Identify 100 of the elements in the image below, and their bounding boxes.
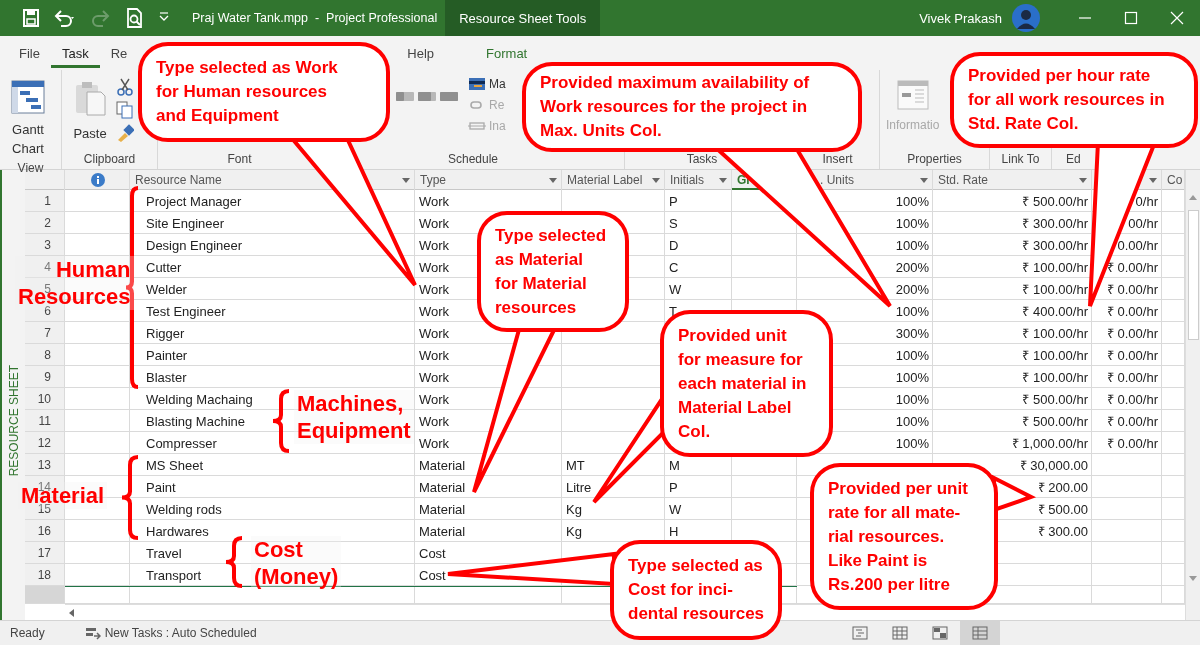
mark-on-track-button[interactable]: Ma: [468, 76, 506, 92]
task-mode-status[interactable]: New Tasks : Auto Scheduled: [104, 626, 257, 640]
table-cell-text: ₹ 500.00: [1037, 501, 1088, 518]
table-cell: 0.00/hr: [1117, 237, 1158, 253]
table-cell: 200%: [895, 281, 929, 297]
format-painter-icon[interactable]: [116, 124, 134, 142]
information-icon: [896, 80, 929, 110]
maximize-icon[interactable]: [1123, 10, 1139, 26]
table-cell: Design Engineer: [146, 237, 243, 253]
dropdown-arrow-icon[interactable]: [402, 177, 410, 183]
ribbon-tab[interactable]: Re: [99, 42, 139, 68]
print-preview-icon[interactable]: [126, 8, 144, 28]
table-cell-text: ₹ 0.00/hr: [1106, 369, 1158, 386]
table-cell: Site Engineer: [146, 215, 225, 231]
table-cell-text: ₹ 100.00/hr: [1022, 281, 1088, 298]
curly-brace: [271, 389, 291, 453]
table-cell: 100%: [895, 237, 929, 253]
table-cell: Cost: [419, 545, 446, 561]
table-cell: Work: [419, 369, 450, 385]
table-cell: Kg: [566, 523, 582, 539]
table-cell: Welding rods: [146, 501, 222, 517]
table-cell-text: ₹ 100.00/hr: [1022, 259, 1088, 276]
scroll-thumb[interactable]: [1187, 210, 1199, 340]
table-cell-text: ₹ 0.00/hr: [1106, 347, 1158, 364]
table-cell: 100%: [895, 391, 929, 407]
dropdown-arrow-icon[interactable]: [719, 177, 727, 183]
dropdown-arrow-icon[interactable]: [652, 177, 660, 183]
table-cell: Material: [419, 501, 466, 517]
table-cell: Material: [419, 479, 466, 495]
row-number: 9: [44, 370, 51, 384]
column-header[interactable]: Initials: [670, 173, 704, 187]
table-cell: 100%: [895, 303, 929, 319]
scissors-icon[interactable]: [116, 78, 134, 96]
table-cell: Work: [419, 237, 450, 253]
row-number: 11: [38, 414, 51, 428]
table-cell: Work: [419, 281, 450, 297]
table-cell: Travel: [146, 545, 182, 561]
user-name[interactable]: Vivek Prakash: [919, 10, 1002, 26]
table-cell: 100%: [895, 215, 929, 231]
copy-icon[interactable]: [116, 101, 134, 119]
table-cell: Work: [419, 193, 450, 209]
table-cell: Blasting Machine: [146, 413, 245, 429]
column-header[interactable]: Material Label: [567, 173, 643, 187]
table-cell-text: ₹ 500.00/hr: [1022, 413, 1088, 430]
table-cell-text: ₹ 300.00/hr: [1022, 237, 1088, 254]
dropdown-arrow-icon[interactable]: [1079, 177, 1087, 183]
dropdown-arrow-icon[interactable]: [920, 177, 928, 183]
view-icon: [852, 626, 868, 640]
ribbon-tab[interactable]: Help: [396, 42, 446, 68]
view-shortcut-button[interactable]: [960, 621, 1000, 645]
close-icon[interactable]: [1169, 10, 1185, 26]
table-cell: 300%: [895, 325, 929, 341]
dropdown-arrow-icon[interactable]: [549, 177, 557, 183]
row-number: 7: [44, 326, 51, 340]
percent-complete-icon[interactable]: [418, 90, 436, 104]
table-cell-text: ₹ 500.00/hr: [1022, 193, 1088, 210]
table-cell-text: ₹ 0.00/hr: [1106, 303, 1158, 320]
table-cell: Painter: [146, 347, 188, 363]
table-cell: Paint: [146, 479, 176, 495]
table-cell: Work: [419, 259, 450, 275]
group-label: Ed: [1065, 151, 1082, 168]
gantt-chart-button[interactable]: Gantt Chart: [2, 76, 54, 158]
table-cell: Work: [419, 325, 450, 341]
column-header[interactable]: . Units: [820, 173, 854, 187]
curly-brace: [224, 536, 244, 588]
vertical-scrollbar[interactable]: [1185, 170, 1200, 620]
table-cell: Litre: [566, 479, 592, 495]
table-cell-text: ₹ 100.00/hr: [1022, 347, 1088, 364]
column-header[interactable]: Std. Rate: [938, 173, 989, 187]
table-cell-text: ₹ 400.00/hr: [1022, 303, 1088, 320]
clipboard-icon: [74, 80, 106, 116]
percent-complete-icon[interactable]: [396, 90, 414, 104]
avatar-icon: [1012, 4, 1040, 32]
table-cell: H: [669, 523, 679, 539]
column-header[interactable]: Resource Name: [135, 173, 222, 187]
row-number: 4: [44, 260, 51, 274]
table-cell: 100%: [895, 193, 929, 209]
percent-complete-icon[interactable]: [440, 90, 458, 104]
ribbon-tab[interactable]: File: [8, 42, 51, 68]
row-number: 13: [37, 458, 51, 472]
paste-button[interactable]: Paste: [70, 76, 110, 141]
row-number: 10: [37, 392, 51, 406]
table-cell-text: ₹ 30,000.00: [1019, 457, 1088, 474]
group-label: Clipboard: [82, 151, 137, 168]
table-cell-text: ₹ 0.00/hr: [1106, 413, 1158, 430]
table-cell: Cost: [419, 567, 446, 583]
ribbon-tab[interactable]: Task: [50, 42, 100, 68]
table-cell: Test Engineer: [146, 303, 226, 319]
table-cell: P: [669, 479, 678, 495]
table-cell: MT: [566, 457, 585, 473]
column-header[interactable]: Type: [420, 173, 446, 187]
column-header[interactable]: Co: [1167, 173, 1183, 187]
table-cell: 200%: [895, 259, 929, 275]
table-cell: S: [669, 215, 678, 231]
table-cell-text: ₹ 500.00/hr: [1022, 391, 1088, 408]
save-icon[interactable]: [22, 8, 40, 28]
row-number: 17: [37, 546, 51, 560]
table-cell: MS Sheet: [146, 457, 204, 473]
undo-icon[interactable]: [54, 8, 76, 28]
table-cell: Work: [419, 391, 450, 407]
